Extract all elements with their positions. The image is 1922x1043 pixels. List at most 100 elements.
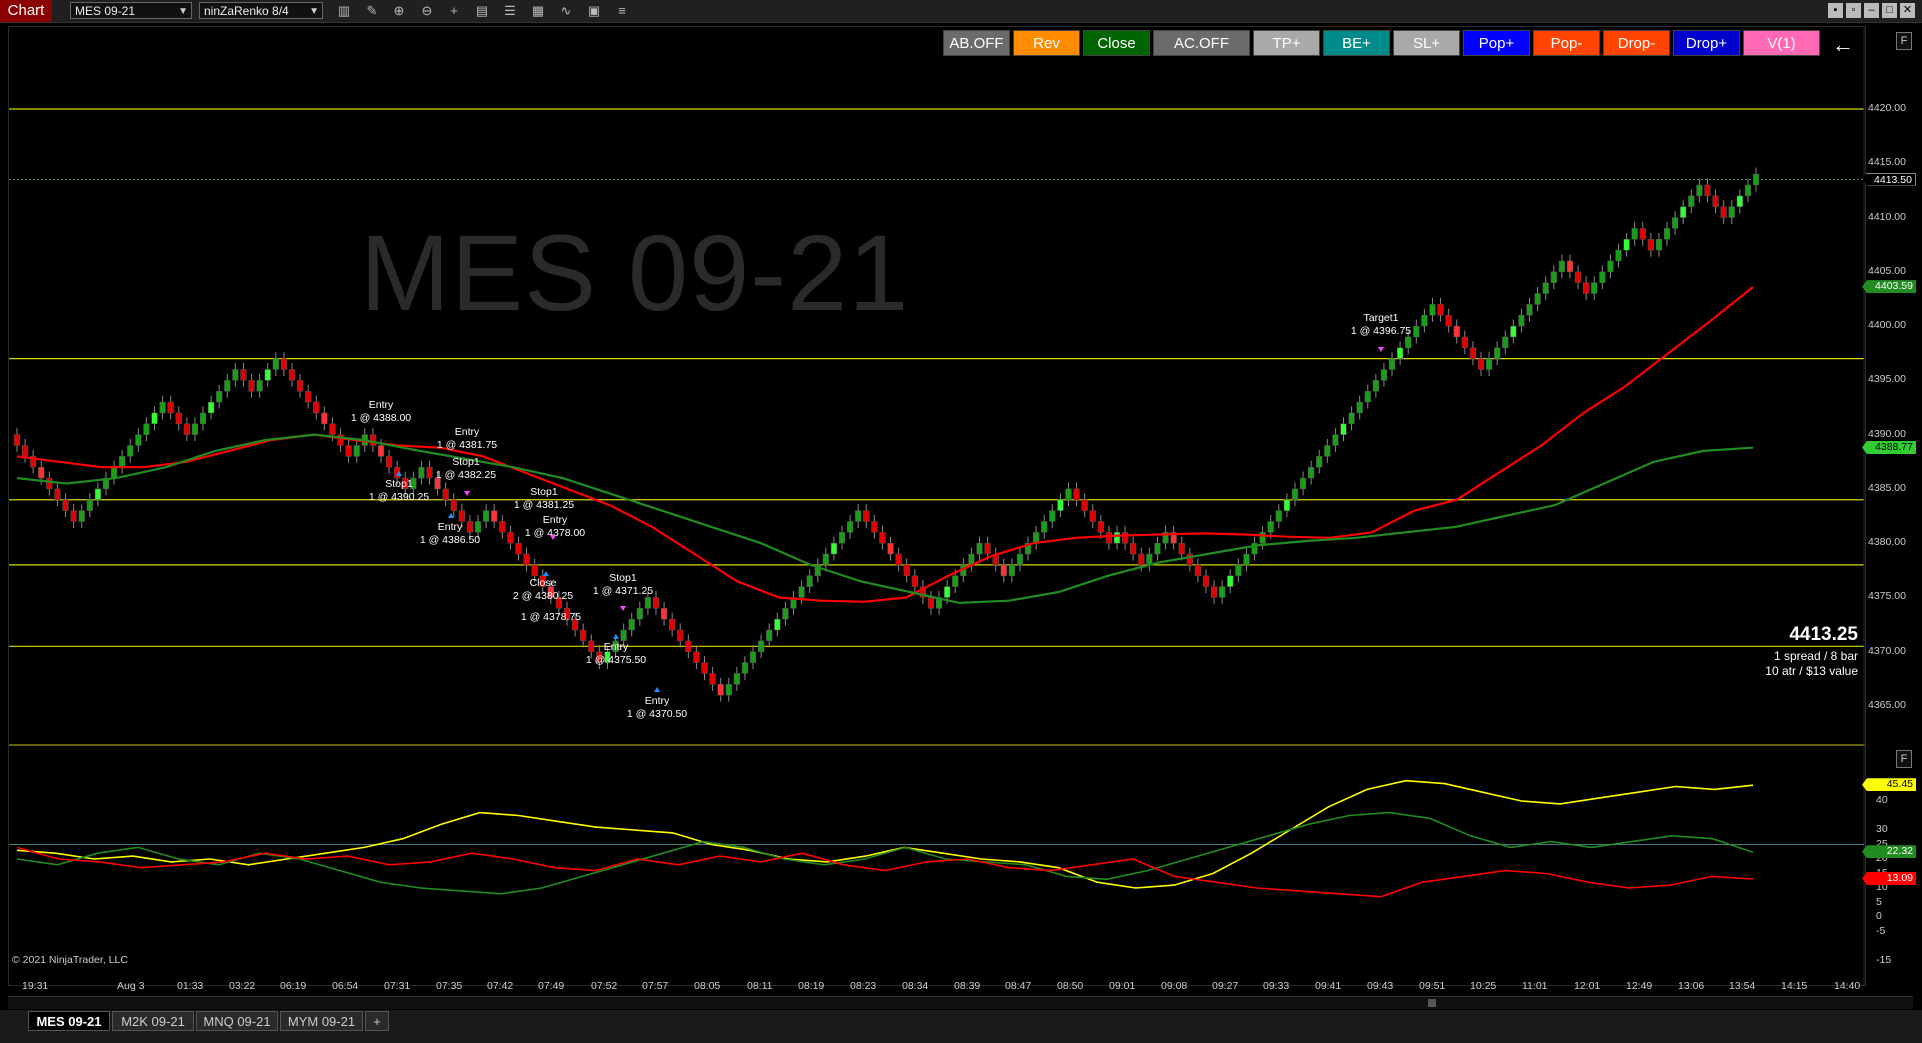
arrow-left-icon[interactable]: ← — [1832, 34, 1854, 56]
data-box-icon[interactable]: ☰ — [502, 3, 518, 19]
candle — [1736, 195, 1743, 207]
scrollbar-thumb[interactable] — [1428, 999, 1436, 1007]
candle — [1008, 564, 1015, 576]
candle — [1397, 347, 1404, 359]
list-icon[interactable]: ≡ — [614, 3, 630, 19]
trade-button-drop[interactable]: Drop- — [1603, 30, 1670, 56]
candle — [1429, 304, 1436, 316]
candle — [46, 477, 53, 490]
annotation-detail: 1 @ 4370.50 — [627, 708, 687, 720]
instrument-tab-mnq-09-21[interactable]: MNQ 09-21 — [196, 1011, 278, 1031]
horizontal-scrollbar[interactable] — [8, 996, 1913, 1009]
time-axis-tick: 07:49 — [538, 980, 565, 992]
instrument-tab-mym-09-21[interactable]: MYM 09-21 — [280, 1011, 363, 1031]
price-axis-tick: 4410.00 — [1868, 210, 1906, 223]
candle — [1623, 239, 1630, 251]
candle — [1202, 575, 1210, 587]
properties-icon[interactable]: ▤ — [474, 3, 490, 19]
trade-button-close[interactable]: Close — [1083, 30, 1150, 56]
candle — [353, 445, 360, 457]
instrument-selector-value: MES 09-21 — [75, 4, 136, 18]
annotation-label: Entry — [369, 399, 394, 411]
candle — [1647, 239, 1654, 251]
annotation-label: Target1 — [1363, 312, 1398, 324]
link-icon[interactable]: ▪ — [1828, 3, 1843, 18]
candle — [264, 369, 271, 381]
instrument-tab-mes-09-21[interactable]: MES 09-21 — [28, 1011, 110, 1031]
strategies-icon[interactable]: ∿ — [558, 3, 574, 19]
trade-annotation: Stop11 @ 4382.25 — [436, 456, 496, 481]
annotation-label: Entry — [438, 521, 463, 533]
trade-button-drop[interactable]: Drop+ — [1673, 30, 1740, 56]
candle — [1138, 553, 1145, 566]
trade-button-pop[interactable]: Pop+ — [1463, 30, 1530, 56]
time-axis-tick: 06:19 — [280, 980, 307, 992]
candle — [232, 369, 239, 381]
bars-icon[interactable]: ▥ — [336, 3, 352, 19]
time-axis-tick: 14:40 — [1834, 980, 1861, 992]
maximize-icon[interactable]: □ — [1882, 3, 1897, 18]
candle — [1655, 239, 1663, 251]
add-tab-button[interactable]: + — [365, 1011, 389, 1031]
buy-arrow-icon — [543, 571, 549, 576]
candle — [1744, 184, 1751, 197]
candle — [1696, 184, 1703, 197]
trade-button-be[interactable]: BE+ — [1323, 30, 1390, 56]
candle — [1688, 195, 1695, 207]
time-axis-tick: 09:27 — [1212, 980, 1239, 992]
candle — [1049, 510, 1056, 522]
trade-button-pop[interactable]: Pop- — [1533, 30, 1600, 56]
candle — [1113, 532, 1121, 544]
candle — [531, 564, 538, 576]
candle — [1340, 423, 1347, 435]
bar-type-selector-value: ninZaRenko 8/4 — [204, 4, 289, 18]
candle — [86, 499, 93, 511]
time-axis-tick: 12:01 — [1574, 980, 1601, 992]
candle — [1558, 260, 1565, 273]
candle — [1494, 347, 1501, 359]
annotation-detail: 1 @ 4378.75 — [521, 611, 581, 623]
panel-flag-price[interactable]: F — [1896, 32, 1912, 50]
time-axis-tick: 08:39 — [954, 980, 981, 992]
sell-arrow-icon — [620, 606, 626, 611]
candle — [523, 553, 530, 566]
close-icon[interactable]: ✕ — [1900, 3, 1915, 18]
indicators-icon[interactable]: ▦ — [530, 3, 546, 19]
chart-window-label[interactable]: Chart — [0, 0, 52, 22]
trade-button-v-1[interactable]: V(1) — [1743, 30, 1820, 56]
candle — [499, 521, 506, 533]
candle — [1550, 271, 1557, 283]
templates-icon[interactable]: ▣ — [586, 3, 602, 19]
title-bar: Chart MES 09-21 ▼ ninZaRenko 8/4 ▼ ▥ ✎ ⊕… — [0, 0, 1922, 23]
tile-icon[interactable]: ▫ — [1846, 3, 1861, 18]
zoom-in-icon[interactable]: ⊕ — [391, 3, 407, 19]
minimize-icon[interactable]: – — [1864, 3, 1879, 18]
candle — [660, 608, 668, 620]
instrument-selector[interactable]: MES 09-21 ▼ — [70, 2, 192, 19]
candle — [466, 521, 474, 533]
time-axis-tick: 08:47 — [1005, 980, 1032, 992]
zoom-out-icon[interactable]: ⊖ — [419, 3, 435, 19]
candle — [1445, 314, 1452, 327]
trade-button-ab-off[interactable]: AB.OFF — [943, 30, 1010, 56]
trade-button-rev[interactable]: Rev — [1013, 30, 1080, 56]
instrument-tab-m2k-09-21[interactable]: M2K 09-21 — [112, 1011, 194, 1031]
trade-button-sl[interactable]: SL+ — [1393, 30, 1460, 56]
annotation-label: Entry — [455, 426, 480, 438]
crosshair-icon[interactable]: + — [446, 3, 462, 19]
bar-type-selector[interactable]: ninZaRenko 8/4 ▼ — [199, 2, 323, 19]
candle — [652, 597, 660, 609]
chart-canvas[interactable]: Entry1 @ 4388.00Entry1 @ 4381.75Stop11 @… — [9, 27, 1865, 985]
chart-area[interactable]: Entry 1 @ 4388.00 Entry 1 @ 4381.75 Stop1 1 @… — [8, 26, 1866, 986]
candle — [1267, 521, 1274, 533]
candle — [1405, 336, 1412, 349]
time-axis-tick: 09:41 — [1315, 980, 1342, 992]
trade-button-ac-off[interactable]: AC.OFF — [1153, 30, 1250, 56]
candle — [1372, 380, 1379, 392]
trade-annotation: 1 @ 4378.75 — [521, 611, 581, 623]
trade-button-tp[interactable]: TP+ — [1253, 30, 1320, 56]
candle — [1348, 412, 1355, 425]
panel-flag-indicator[interactable]: F — [1896, 750, 1912, 768]
pencil-icon[interactable]: ✎ — [364, 3, 380, 19]
time-axis-tick: 19:31 — [22, 980, 49, 992]
